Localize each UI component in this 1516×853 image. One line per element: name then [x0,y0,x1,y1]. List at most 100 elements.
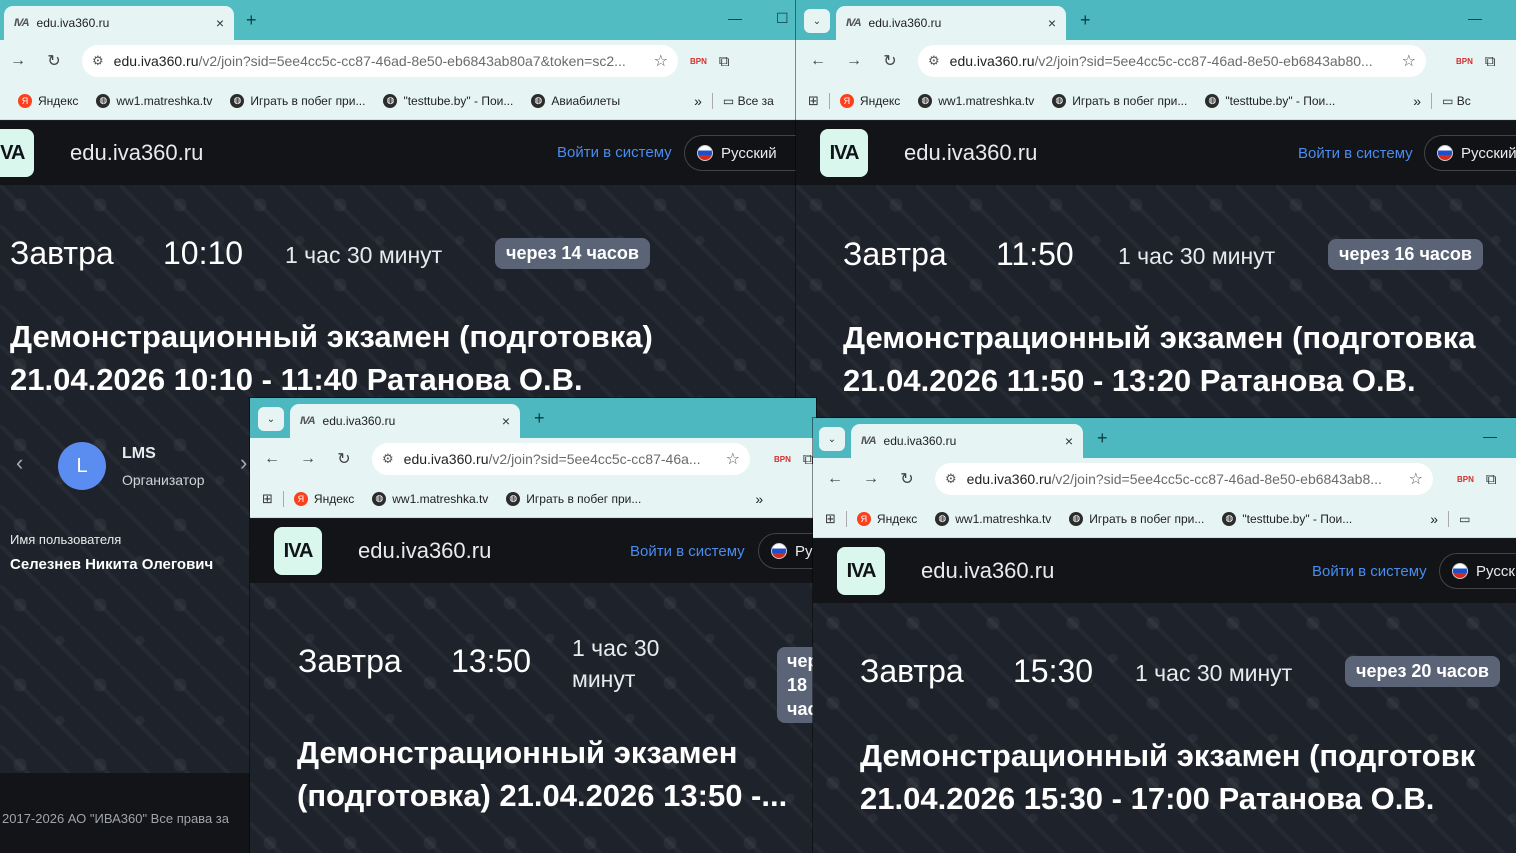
forward-icon[interactable]: → [0,52,36,70]
minimize-button[interactable]: — [1468,10,1482,26]
folder-icon: ▭ [1442,93,1454,108]
bookmark-testtube[interactable]: ◍ "testtube.by" - Пои... [383,93,513,108]
event-title: Демонстрационный экзамен (подготовк 21.0… [860,738,1476,816]
bookmark-star-icon[interactable]: ☆ [1402,51,1416,71]
address-bar[interactable]: ⚙ edu.iva360.ru /v2/join?sid=5ee4cc5c-cc… [935,463,1433,495]
vpn-extension-icon[interactable]: BPN [1456,57,1473,66]
reload-icon[interactable]: ↻ [36,51,72,71]
new-tab-button[interactable]: + [1097,428,1108,449]
browser-tab[interactable]: IVA edu.iva360.ru × [851,424,1083,458]
tab-close-icon[interactable]: × [502,413,510,429]
extensions-icon[interactable]: ⧉ [1486,471,1497,488]
bookmark-matreshka[interactable]: ◍ ww1.matreshka.tv [918,93,1034,108]
login-link[interactable]: Войти в систему [557,144,672,161]
more-bookmarks-icon[interactable]: » [694,93,702,109]
bookmark-testtube[interactable]: ◍ "testtube.by" - Пои... [1205,93,1335,108]
address-bar[interactable]: ⚙ edu.iva360.ru /v2/join?sid=5ee4cc5c-cc… [372,443,750,475]
bookmark-star-icon[interactable]: ☆ [726,449,740,469]
language-selector[interactable]: Русский [684,135,800,171]
forward-icon[interactable]: → [836,52,872,70]
back-icon[interactable]: ← [254,450,290,468]
bookmark-matreshka[interactable]: ◍ ww1.matreshka.tv [372,491,488,506]
bookmark-aviabilety[interactable]: ◍ Авиабилеты [531,93,620,108]
tab-search-button[interactable]: ⌄ [819,427,845,451]
maximize-button[interactable]: ☐ [776,10,789,27]
address-bar[interactable]: ⚙ edu.iva360.ru /v2/join?sid=5ee4cc5c-cc… [918,45,1426,77]
chevron-left-icon[interactable]: ‹ [16,450,23,476]
site-info-icon[interactable]: ⚙ [945,471,957,487]
apps-icon[interactable]: ⊞ [825,511,836,527]
iva-logo-icon[interactable]: IVA [274,527,322,575]
bookmark-yandex[interactable]: Я Яндекс [18,93,78,108]
language-selector[interactable]: Русский [1424,135,1516,171]
language-selector[interactable]: Русск [1439,553,1516,589]
user-name-value: Селезнев Никита Олегович [10,556,214,573]
site-name[interactable]: edu.iva360.ru [921,558,1054,584]
language-selector[interactable]: Ру [758,533,816,569]
minimize-button[interactable]: — [728,10,742,26]
browser-tab[interactable]: IVA edu.iva360.ru × [4,6,234,40]
site-name[interactable]: edu.iva360.ru [70,140,203,166]
extensions-icon[interactable]: ⧉ [803,451,814,468]
tab-search-button[interactable]: ⌄ [804,9,830,33]
new-tab-button[interactable]: + [246,10,257,31]
tab-title: edu.iva360.ru [868,16,942,30]
bookmark-yandex[interactable]: Я Яндекс [293,491,354,506]
bookmark-escape-game[interactable]: ◍ Играть в побег при... [230,93,365,108]
login-link[interactable]: Войти в систему [630,543,745,560]
bookmark-escape-game[interactable]: ◍ Играть в побег при... [1052,93,1187,108]
tab-close-icon[interactable]: × [216,15,224,31]
bookmark-matreshka[interactable]: ◍ ww1.matreshka.tv [96,93,212,108]
login-link[interactable]: Войти в систему [1298,145,1413,162]
site-info-icon[interactable]: ⚙ [382,451,394,467]
extensions-icon[interactable]: ⧉ [719,53,730,70]
vpn-extension-icon[interactable]: BPN [690,57,707,66]
tab-close-icon[interactable]: × [1065,433,1073,449]
site-info-icon[interactable]: ⚙ [92,53,104,69]
site-name[interactable]: edu.iva360.ru [904,140,1037,166]
site-name[interactable]: edu.iva360.ru [358,538,491,564]
login-link[interactable]: Войти в систему [1312,563,1427,580]
apps-icon[interactable]: ⊞ [808,93,819,109]
iva-logo-icon[interactable]: IVA [837,547,885,595]
back-icon[interactable]: ← [817,470,853,488]
bookmarks-folder[interactable]: ▭ Вс [1442,94,1471,108]
reload-icon[interactable]: ↻ [872,51,908,71]
reload-icon[interactable]: ↻ [889,469,925,489]
vpn-extension-icon[interactable]: BPN [1457,475,1474,484]
browser-tab[interactable]: IVA edu.iva360.ru × [836,6,1066,40]
bookmark-testtube[interactable]: ◍ "testtube.by" - Пои... [1222,511,1352,526]
bookmark-escape-game[interactable]: ◍ Играть в побег при... [1069,511,1204,526]
extensions-icon[interactable]: ⧉ [1485,53,1496,70]
bookmark-yandex[interactable]: Я Яндекс [856,511,917,526]
more-bookmarks-icon[interactable]: » [1413,93,1421,109]
tab-close-icon[interactable]: × [1048,15,1056,31]
bookmark-star-icon[interactable]: ☆ [1409,469,1423,489]
bookmarks-folder[interactable]: ▭ [1459,512,1470,526]
bookmark-escape-game[interactable]: ◍ Играть в побег при... [506,491,641,506]
browser-tab[interactable]: IVA edu.iva360.ru × [290,404,520,438]
more-bookmarks-icon[interactable]: » [755,491,763,507]
user-name-label: Имя пользователя [10,532,122,547]
address-bar[interactable]: ⚙ edu.iva360.ru /v2/join?sid=5ee4cc5c-cc… [82,45,678,77]
new-tab-button[interactable]: + [534,408,545,429]
more-bookmarks-icon[interactable]: » [1430,511,1438,527]
bookmark-star-icon[interactable]: ☆ [654,51,668,71]
site-info-icon[interactable]: ⚙ [928,53,940,69]
vpn-extension-icon[interactable]: BPN [774,455,791,464]
bookmark-matreshka[interactable]: ◍ ww1.matreshka.tv [935,511,1051,526]
new-tab-button[interactable]: + [1080,10,1091,31]
reload-icon[interactable]: ↻ [326,449,362,469]
iva-logo-icon[interactable]: IVA [0,129,34,177]
iva-logo-icon[interactable]: IVA [820,129,868,177]
bookmarks-folder[interactable]: ▭ Все за [723,94,774,108]
apps-icon[interactable]: ⊞ [262,491,273,507]
tab-search-button[interactable]: ⌄ [258,407,284,431]
minimize-button[interactable]: — [1483,428,1497,444]
back-icon[interactable]: ← [800,52,836,70]
event-time: 11:50 [996,236,1074,272]
chevron-right-icon[interactable]: › [240,450,247,476]
bookmark-yandex[interactable]: Я Яндекс [839,93,900,108]
forward-icon[interactable]: → [853,470,889,488]
forward-icon[interactable]: → [290,450,326,468]
